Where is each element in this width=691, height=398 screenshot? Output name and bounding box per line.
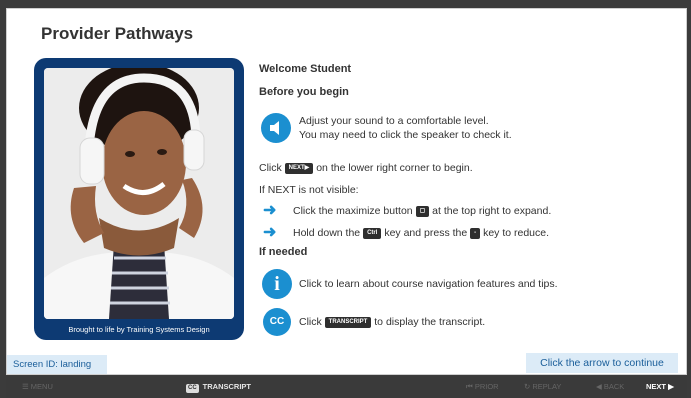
screen-id-label: Screen ID: landing [7,355,107,374]
woman-with-headphones-illustration [44,68,234,319]
instructions-panel: Welcome Student Before you begin Adjust … [259,9,679,349]
transcript-prefix: Click [299,316,322,328]
sound-instruction-line1: Adjust your sound to a comfortable level… [299,115,489,127]
transcript-instruction: Click TRANSCRIPT to display the transcri… [299,316,485,328]
slide-frame: Provider Pathways Brought to life by Tra… [6,8,687,375]
ctrl-key-badge: Ctrl [363,227,382,239]
hold-middle: key and press the [384,227,468,239]
student-photo [44,68,234,319]
info-icon[interactable]: i [262,269,292,299]
next-instruction-prefix: Click [259,162,282,174]
next-key-badge: NEXT▶ [284,162,314,174]
maximize-prefix: Click the maximize button [293,205,413,217]
closed-caption-icon[interactable]: CC [263,308,291,336]
replay-button[interactable]: ↻ REPLAY [524,376,561,398]
if-needed-heading: If needed [259,246,308,258]
back-button[interactable]: ◀ BACK [596,376,624,398]
next-button[interactable]: NEXT ▶ [646,376,674,398]
maximize-button-badge: ▢ [415,205,430,217]
minus-key-badge: - [470,227,481,239]
maximize-instruction: Click the maximize button ▢ at the top r… [293,205,551,217]
photo-caption: Brought to life by Training Systems Desi… [68,325,210,334]
before-heading: Before you begin [259,86,349,98]
zoom-instruction: Hold down the Ctrl key and press the - k… [293,227,549,239]
transcript-key-badge: TRANSCRIPT [324,316,372,328]
page-title: Provider Pathways [41,24,194,43]
continue-hint: Click the arrow to continue [526,353,678,373]
next-instruction-suffix: on the lower right corner to begin. [316,162,473,174]
sound-instruction-line2: You may need to click the speaker to che… [299,129,512,141]
arrow-right-icon: ➜ [263,202,277,219]
photo-card: Brought to life by Training Systems Desi… [34,58,244,340]
info-instruction: Click to learn about course navigation f… [299,278,558,290]
player-navbar: ☰ MENU CC TRANSCRIPT ⏮ PRIOR ↻ REPLAY ◀ B… [6,376,687,398]
prior-button[interactable]: ⏮ PRIOR [466,376,499,398]
maximize-suffix: at the top right to expand. [432,205,552,217]
arrow-right-icon: ➜ [263,224,277,241]
menu-button[interactable]: ☰ MENU [22,376,53,398]
speaker-icon[interactable] [261,113,291,143]
hold-suffix: key to reduce. [483,227,550,239]
transcript-button-label: TRANSCRIPT [202,382,252,391]
transcript-suffix: to display the transcript. [374,316,486,328]
closed-caption-icon: CC [186,384,199,393]
hold-prefix: Hold down the [293,227,361,239]
transcript-button[interactable]: CC TRANSCRIPT [186,376,251,398]
welcome-heading: Welcome Student [259,63,352,75]
next-instruction: Click NEXT▶ on the lower right corner to… [259,162,473,174]
if-next-label: If NEXT is not visible: [259,184,359,196]
